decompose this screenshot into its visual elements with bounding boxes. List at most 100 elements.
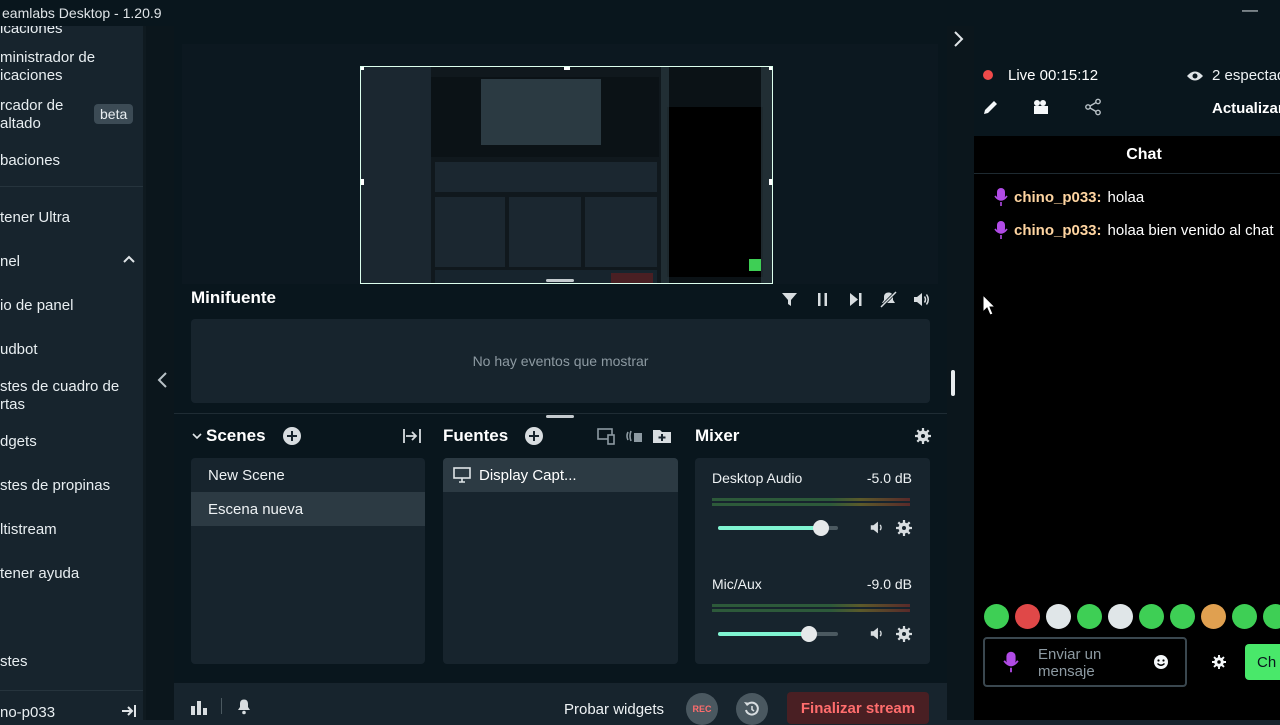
- sidebar-item-cloudbot[interactable]: udbot: [0, 341, 38, 359]
- volume-knob[interactable]: [813, 520, 830, 536]
- speaker-icon[interactable]: [869, 519, 886, 536]
- sidebar-item-apps[interactable]: icaciones: [0, 26, 63, 38]
- sources-title: Fuentes: [443, 426, 509, 445]
- chevron-right-icon[interactable]: [952, 30, 964, 48]
- volume-knob[interactable]: [801, 626, 818, 642]
- add-source-icon[interactable]: [524, 426, 544, 446]
- sidebar-item-tips-settings[interactable]: stes de propinas: [0, 477, 110, 495]
- screen-capture-image: [361, 67, 772, 283]
- scene-item-selected[interactable]: Escena nueva: [191, 492, 425, 526]
- gear-icon[interactable]: [915, 428, 931, 444]
- emote-icon[interactable]: [1046, 604, 1071, 629]
- sidebar-item-highlighter[interactable]: rcador de: [0, 97, 63, 115]
- scenes-list: New Scene Escena nueva: [191, 458, 425, 664]
- chat-message: chino_p033: holaa: [994, 188, 1144, 206]
- sidebar-item-panel-home[interactable]: io de panel: [0, 297, 73, 315]
- sidebar-item-settings[interactable]: stes: [0, 653, 28, 671]
- volume-slider[interactable]: [718, 626, 838, 642]
- resize-handle[interactable]: [564, 67, 570, 70]
- send-chat-button[interactable]: Ch: [1245, 644, 1280, 680]
- add-scene-icon[interactable]: [282, 426, 302, 446]
- chat-username[interactable]: chino_p033:: [1014, 189, 1102, 206]
- minifeed-header: Minifuente: [191, 288, 931, 314]
- gear-icon[interactable]: [896, 520, 912, 536]
- viewer-count-text: 2 espectad: [1212, 67, 1280, 84]
- edit-icon[interactable]: [982, 98, 1000, 116]
- minifeed-events-box: No hay eventos que mostrar: [191, 319, 930, 403]
- sidebar-divider: [0, 186, 146, 187]
- sidebar-item-recordings[interactable]: baciones: [0, 152, 60, 170]
- share-icon[interactable]: [1084, 98, 1102, 116]
- channel-db: -5.0 dB: [866, 470, 912, 486]
- volume-icon[interactable]: [912, 290, 931, 309]
- emote-icon[interactable]: [1139, 604, 1164, 629]
- resize-handle[interactable]: [769, 67, 772, 70]
- filter-icon[interactable]: [780, 290, 799, 309]
- camera-icon[interactable]: [1032, 98, 1050, 116]
- sidebar-item-app-manager[interactable]: ministrador de: [0, 49, 95, 67]
- emote-icon[interactable]: [1015, 604, 1040, 629]
- sidebar-item-ultra[interactable]: tener Ultra: [0, 209, 70, 227]
- volume-fill: [718, 632, 810, 636]
- emote-icon[interactable]: [1077, 604, 1102, 629]
- gear-icon[interactable]: [896, 626, 912, 642]
- emote-bar: [984, 604, 1280, 629]
- chat-collapse-gutter: [947, 26, 974, 720]
- emote-icon[interactable]: [984, 604, 1009, 629]
- sidebar-item-highlighter-line2[interactable]: altado: [0, 115, 41, 133]
- sidebar-collapse-gutter: [146, 26, 174, 720]
- record-button[interactable]: REC: [686, 693, 718, 725]
- emote-icon[interactable]: [1201, 604, 1226, 629]
- replay-buffer-button[interactable]: [736, 693, 768, 725]
- panel-resize-grip[interactable]: [546, 415, 574, 418]
- emote-icon[interactable]: [1170, 604, 1195, 629]
- chat-resize-grip[interactable]: [951, 370, 955, 396]
- mixer-panel: Desktop Audio -5.0 dB Mic/Aux -9.0 dB: [695, 458, 930, 664]
- chevron-down-icon[interactable]: [192, 431, 202, 441]
- sidebar-item-widgets[interactable]: dgets: [0, 433, 37, 451]
- chat-settings-icon[interactable]: [1212, 655, 1226, 669]
- sidebar-item-panel[interactable]: nel: [0, 253, 20, 271]
- scene-transitions-icon[interactable]: [402, 426, 422, 446]
- emoji-icon[interactable]: [1153, 654, 1169, 670]
- chat-message-input[interactable]: Enviar un mensaje: [983, 637, 1187, 687]
- sidebar-item-alertbox-settings-line2[interactable]: rtas: [0, 396, 25, 414]
- skip-icon[interactable]: [846, 290, 865, 309]
- collapse-left-icon[interactable]: [156, 371, 168, 389]
- sidebar-item-alertbox-settings[interactable]: stes de cuadro de: [0, 378, 119, 396]
- scene-item[interactable]: New Scene: [191, 458, 425, 492]
- source-item-selected[interactable]: Display Capt...: [443, 458, 678, 492]
- minifeed-empty-text: No hay eventos que mostrar: [472, 353, 649, 369]
- selective-recording-icon[interactable]: [596, 426, 616, 446]
- update-button[interactable]: Actualizar: [1212, 100, 1280, 117]
- chat-username[interactable]: chino_p033:: [1014, 222, 1102, 239]
- minimize-button[interactable]: —: [1242, 2, 1258, 20]
- pause-icon[interactable]: [813, 290, 832, 309]
- add-folder-icon[interactable]: [652, 426, 672, 446]
- chevron-up-icon[interactable]: [122, 252, 136, 266]
- resize-handle[interactable]: [361, 179, 364, 185]
- window-title: eamlabs Desktop - 1.20.9: [2, 5, 162, 21]
- resize-handle[interactable]: [769, 179, 772, 185]
- logout-icon[interactable]: [121, 703, 137, 719]
- speaker-icon[interactable]: [869, 625, 886, 642]
- emote-icon[interactable]: [1232, 604, 1257, 629]
- microphone-icon: [1003, 651, 1019, 673]
- channel-name: Desktop Audio: [712, 470, 803, 486]
- sidebar-item-multistream[interactable]: ltistream: [0, 521, 57, 539]
- preview-resize-grip[interactable]: [546, 279, 574, 282]
- chat-text: holaa bien venido al chat: [1107, 221, 1274, 239]
- end-stream-button[interactable]: Finalizar stream: [787, 692, 929, 724]
- studio-mode-icon[interactable]: [624, 426, 644, 446]
- sidebar-item-app-manager-line2[interactable]: icaciones: [0, 67, 63, 85]
- emote-icon[interactable]: [1263, 604, 1280, 629]
- mute-alerts-icon[interactable]: [879, 290, 898, 309]
- display-capture-preview[interactable]: [360, 66, 773, 284]
- volume-slider[interactable]: [718, 520, 838, 536]
- resize-handle[interactable]: [361, 67, 364, 70]
- sidebar-item-get-help[interactable]: tener ayuda: [0, 565, 79, 583]
- bell-icon[interactable]: [235, 697, 253, 715]
- performance-stats-icon[interactable]: [190, 698, 208, 716]
- emote-icon[interactable]: [1108, 604, 1133, 629]
- test-widgets-link[interactable]: Probar widgets: [564, 701, 664, 718]
